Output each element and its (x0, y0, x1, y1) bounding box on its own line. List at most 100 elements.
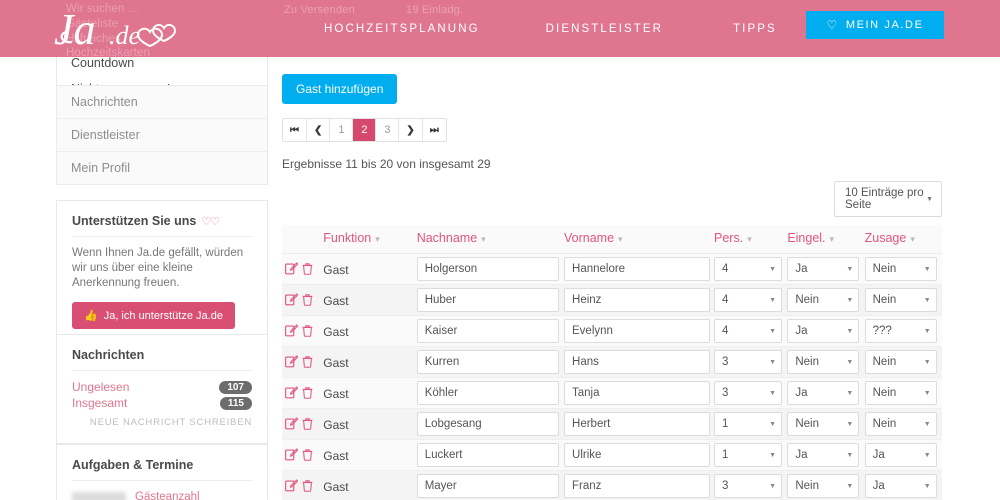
edit-icon[interactable] (285, 324, 299, 338)
chevron-down-icon: ▼ (923, 482, 931, 490)
vorname-input[interactable] (564, 443, 711, 467)
eingeladen-select[interactable]: Nein ▼ (787, 474, 860, 498)
mein-ja-de-button[interactable]: ♡ MEIN JA.DE (806, 11, 944, 39)
zusage-select-value: Ja (872, 449, 885, 461)
nachname-input[interactable] (416, 350, 559, 374)
nachname-input[interactable] (416, 257, 559, 281)
sort-chevron-down-icon: ▾ (481, 234, 486, 244)
vorname-input[interactable] (564, 474, 711, 498)
vorname-input[interactable] (564, 381, 711, 405)
add-guest-button[interactable]: Gast hinzufügen (282, 74, 398, 104)
pers-select[interactable]: 3 ▼ (714, 350, 782, 374)
task-item[interactable]: Gästeanzahl überschlagen (72, 490, 252, 500)
eingeladen-select[interactable]: Ja ▼ (787, 443, 860, 467)
trash-icon[interactable] (301, 386, 314, 400)
zusage-select[interactable]: Nein ▼ (864, 288, 937, 312)
edit-icon[interactable] (285, 417, 299, 431)
trash-icon[interactable] (301, 448, 314, 462)
message-stat-label[interactable]: Insgesamt (72, 396, 127, 410)
cell-eingeladen: Nein ▼ (787, 284, 865, 316)
messages-widget: Nachrichten Ungelesen 107 Insgesamt 115 NEU… (56, 334, 268, 444)
trash-icon[interactable] (301, 324, 314, 338)
column-header-vorname[interactable]: Vorname ▾ (564, 225, 714, 254)
edit-icon[interactable] (285, 448, 299, 462)
pers-select[interactable]: 4 ▼ (714, 288, 782, 312)
trash-icon[interactable] (301, 355, 314, 369)
cell-eingeladen: Ja ▼ (787, 439, 865, 471)
ja-de-logo[interactable]: Ja .de (52, 2, 222, 55)
pagination-page-2[interactable]: 2 (353, 119, 377, 141)
nachname-input[interactable] (416, 319, 559, 343)
nachname-input[interactable] (416, 381, 559, 405)
eingeladen-select-value: Nein (795, 480, 819, 492)
vorname-input[interactable] (564, 288, 711, 312)
column-header-nachname[interactable]: Nachname ▾ (416, 225, 565, 254)
trash-icon[interactable] (301, 479, 314, 493)
nav-item-tipps[interactable]: TIPPS (733, 23, 777, 35)
nachname-input[interactable] (416, 474, 559, 498)
sidebar-item-dienstleister[interactable]: Dienstleister (57, 119, 267, 152)
pers-select[interactable]: 1 ▼ (714, 412, 782, 436)
trash-icon[interactable] (301, 417, 314, 431)
edit-icon[interactable] (285, 355, 299, 369)
eingeladen-select-value: Nein (795, 294, 819, 306)
pers-select[interactable]: 4 ▼ (714, 257, 782, 281)
pagination-next-button[interactable]: ❯ (399, 119, 423, 141)
cell-nachname (416, 439, 565, 471)
vorname-input[interactable] (564, 257, 711, 281)
cell-pers: 4 ▼ (714, 253, 788, 285)
eingeladen-select[interactable]: Ja ▼ (787, 381, 860, 405)
cell-zusage: Nein ▼ (864, 253, 942, 285)
zusage-select[interactable]: ??? ▼ (864, 319, 937, 343)
zusage-select[interactable]: Nein ▼ (864, 381, 937, 405)
pers-select[interactable]: 4 ▼ (714, 319, 782, 343)
column-header-pers[interactable]: Pers. ▾ (714, 225, 788, 254)
main-content: Gast hinzufügen ⏮ ❮ 1 2 3 ❯ ⏭ Ergebnisse 11 bi… (282, 57, 942, 500)
edit-icon[interactable] (285, 479, 299, 493)
message-stat-label[interactable]: Ungelesen (72, 380, 129, 394)
eingeladen-select[interactable]: Nein ▼ (787, 412, 860, 436)
pagination-page-3[interactable]: 3 (376, 119, 400, 141)
per-page-wrap: 10 Einträge pro Seite ▼ (282, 181, 942, 217)
zusage-select[interactable]: Ja ▼ (864, 443, 937, 467)
zusage-select[interactable]: Nein ▼ (864, 350, 937, 374)
new-message-link[interactable]: NEUE NACHRICHT SCHREIBEN (72, 417, 252, 428)
nav-item-dienstleister[interactable]: DIENSTLEISTER (546, 23, 663, 35)
edit-icon[interactable] (285, 386, 299, 400)
pers-select[interactable]: 3 ▼ (714, 381, 782, 405)
edit-icon[interactable] (285, 293, 299, 307)
sidebar-item-mein-profil[interactable]: Mein Profil (57, 152, 267, 184)
nachname-input[interactable] (416, 412, 559, 436)
vorname-input[interactable] (564, 412, 711, 436)
pers-select[interactable]: 3 ▼ (714, 474, 782, 498)
eingeladen-select[interactable]: Nein ▼ (787, 288, 860, 312)
pagination-prev-button[interactable]: ❮ (307, 119, 331, 141)
support-button[interactable]: 👍 Ja, ich unterstütze Ja.de (72, 302, 235, 329)
vorname-input[interactable] (564, 319, 711, 343)
nav-item-hochzeitsplanung[interactable]: HOCHZEITSPLANUNG (324, 23, 480, 35)
column-header-funktion[interactable]: Funktion ▾ (323, 225, 417, 254)
edit-icon[interactable] (285, 262, 299, 276)
chevron-down-icon: ▼ (923, 327, 931, 335)
nachname-input[interactable] (416, 288, 559, 312)
eingeladen-select[interactable]: Nein ▼ (787, 350, 860, 374)
zusage-select[interactable]: Nein ▼ (864, 257, 937, 281)
trash-icon[interactable] (301, 293, 314, 307)
eingeladen-select[interactable]: Ja ▼ (787, 257, 860, 281)
pagination-last-button[interactable]: ⏭ (422, 119, 446, 141)
sidebar-nav-list: Nachrichten Dienstleister Mein Profil (56, 85, 268, 185)
vorname-input[interactable] (564, 350, 711, 374)
column-header-zusage[interactable]: Zusage ▾ (864, 225, 942, 254)
cell-pers: 4 ▼ (714, 284, 788, 316)
pagination-first-button[interactable]: ⏮ (283, 119, 307, 141)
eingeladen-select[interactable]: Ja ▼ (787, 319, 860, 343)
column-header-eingel[interactable]: Eingel. ▾ (787, 225, 865, 254)
per-page-select[interactable]: 10 Einträge pro Seite ▼ (834, 181, 942, 217)
pagination-page-1[interactable]: 1 (330, 119, 354, 141)
nachname-input[interactable] (416, 443, 559, 467)
zusage-select[interactable]: Ja ▼ (864, 474, 937, 498)
zusage-select[interactable]: Nein ▼ (864, 412, 937, 436)
pers-select[interactable]: 1 ▼ (714, 443, 782, 467)
sidebar-item-nachrichten[interactable]: Nachrichten (57, 86, 267, 119)
trash-icon[interactable] (301, 262, 314, 276)
